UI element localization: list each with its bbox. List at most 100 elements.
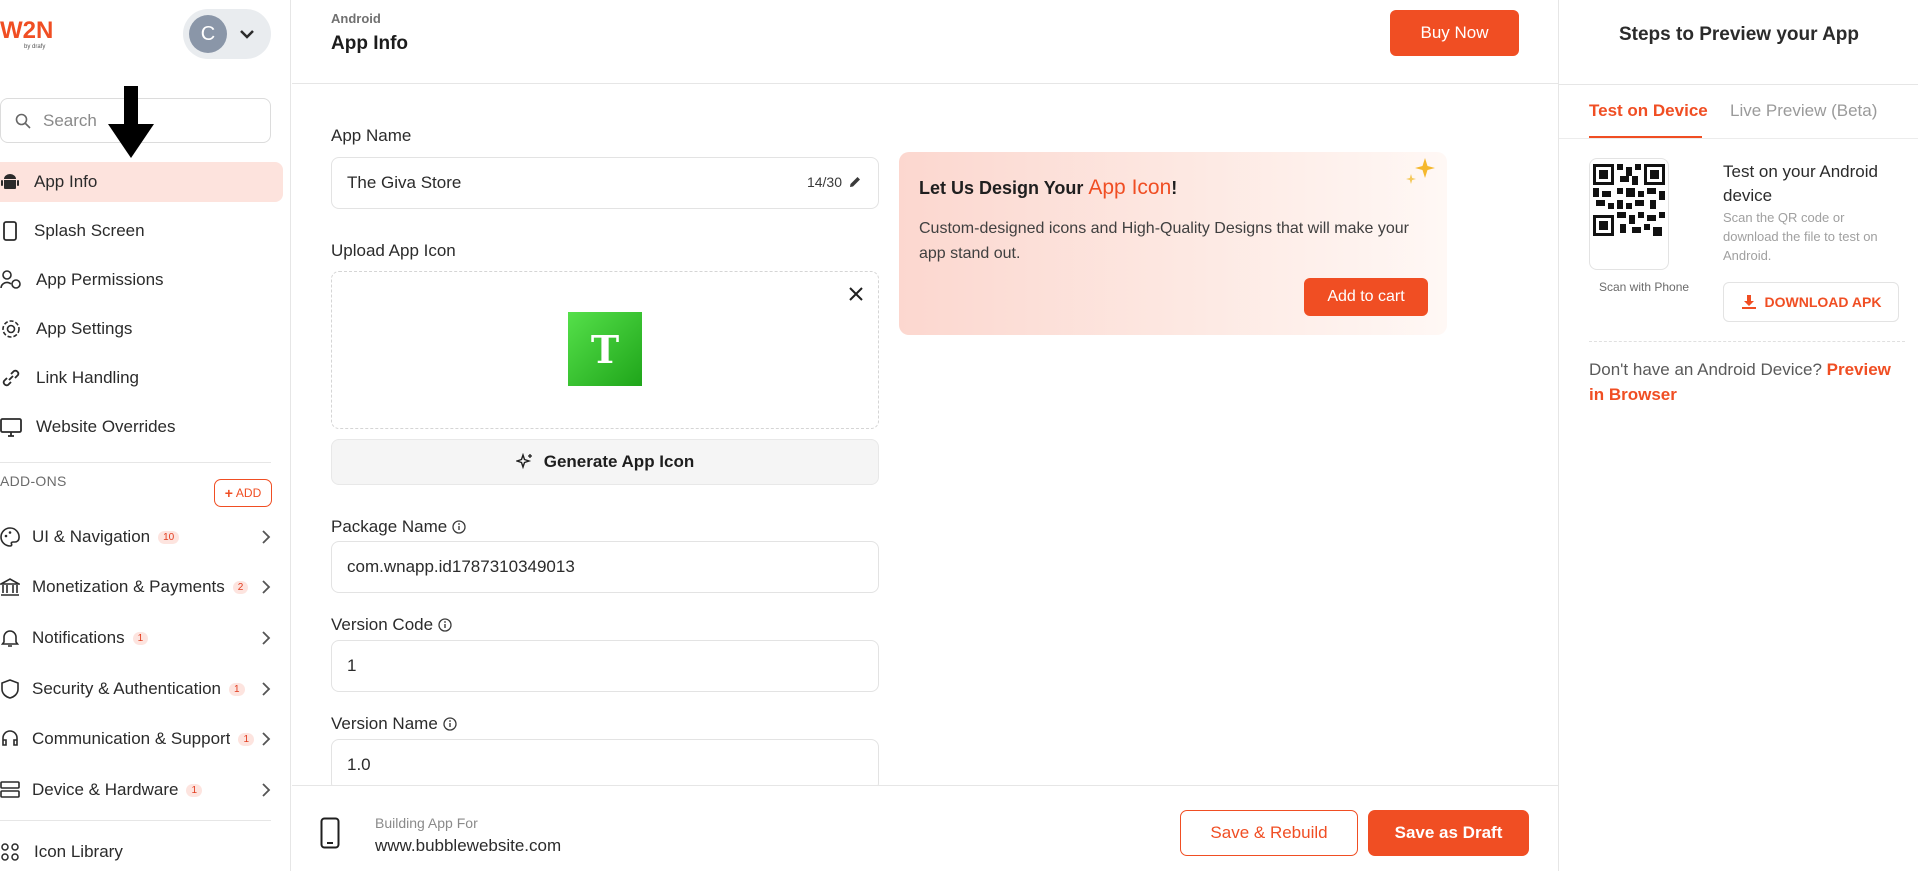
search-placeholder: Search (43, 110, 97, 130)
version-code-label-text: Version Code (331, 615, 434, 634)
info-icon[interactable] (443, 717, 457, 731)
addon-device-hardware[interactable]: Device & Hardware 1 (0, 770, 271, 810)
top-header: Android App Info Buy Now (292, 0, 1558, 84)
divider (1559, 84, 1918, 85)
preview-panel-title: Steps to Preview your App (1618, 24, 1859, 45)
shield-icon (1, 679, 19, 699)
sidebar-item-label: App Permissions (36, 270, 164, 289)
char-counter: 14/30 (807, 174, 862, 190)
sparkle-icon (1406, 158, 1435, 184)
sidebar-item-icon-library[interactable]: Icon Library (0, 832, 283, 871)
android-icon (1, 174, 19, 189)
grid-icon (1, 843, 19, 861)
mobile-icon (3, 221, 17, 241)
app-icon-preview: T (568, 312, 642, 386)
divider (0, 462, 271, 463)
chevron-right-icon (262, 580, 271, 594)
add-addon-button[interactable]: + ADD (214, 479, 272, 507)
addon-ui-navigation[interactable]: UI & Navigation 10 (0, 517, 271, 557)
svg-text:by drafy: by drafy (24, 44, 45, 50)
qr-code-icon (1593, 164, 1665, 236)
save-draft-button[interactable]: Save as Draft (1368, 810, 1529, 856)
user-menu[interactable]: C (183, 9, 271, 59)
avatar: C (189, 15, 227, 53)
test-device-subtext: Scan the QR code or download the file to… (1723, 210, 1878, 263)
addon-label: Communication & Support (32, 729, 231, 748)
bottom-action-bar: Building App For www.bubblewebsite.com S… (292, 785, 1558, 871)
sidebar: W2N by drafy C Search App Info Splash Sc… (0, 0, 291, 871)
buy-now-button[interactable]: Buy Now (1390, 10, 1519, 56)
addon-notifications[interactable]: Notifications 1 (0, 618, 271, 658)
version-name-label-text: Version Name (331, 714, 438, 733)
sparkle-icon (515, 453, 532, 470)
website-url: www.bubblewebsite.com (375, 836, 562, 855)
palette-icon (0, 527, 20, 547)
add-to-cart-button[interactable]: Add to cart (1304, 278, 1428, 316)
sidebar-item-splash-screen[interactable]: Splash Screen (0, 211, 283, 251)
tab-test-on-device[interactable]: Test on Device (1589, 101, 1708, 121)
sidebar-item-label: App Settings (36, 319, 133, 338)
chevron-right-icon (262, 732, 271, 746)
version-code-label: Version Code (331, 615, 452, 635)
headset-icon (2, 730, 18, 746)
sidebar-item-app-settings[interactable]: App Settings (0, 309, 283, 349)
addons-section-label: ADD-ONS (0, 473, 67, 489)
upload-icon-label: Upload App Icon (331, 241, 456, 261)
download-apk-button[interactable]: DOWNLOAD APK (1723, 282, 1899, 322)
tab-live-preview[interactable]: Live Preview (Beta) (1730, 101, 1877, 121)
app-root: W2N by drafy C Search App Info Splash Sc… (0, 0, 1918, 871)
addon-label: UI & Navigation (32, 527, 151, 546)
no-device-text: Don't have an Android Device? (1589, 360, 1827, 379)
gear-icon (2, 320, 20, 338)
addon-label: Monetization & Payments (32, 577, 225, 596)
addon-security-authentication[interactable]: Security & Authentication 1 (0, 669, 271, 709)
qr-caption: Scan with Phone (1599, 280, 1690, 294)
sidebar-item-label: Icon Library (34, 842, 123, 861)
sidebar-item-label: Website Overrides (36, 417, 176, 436)
count-badge: 10 (158, 530, 180, 544)
monitor-icon (0, 418, 22, 437)
app-name-input[interactable]: The Giva Store 14/30 (331, 157, 879, 209)
version-name-value: 1.0 (347, 755, 371, 774)
chevron-right-icon (262, 631, 271, 645)
upload-icon-label-text: Upload App Icon (331, 241, 456, 260)
promo-title-end: ! (1171, 178, 1178, 198)
generate-app-icon-button[interactable]: Generate App Icon (331, 439, 879, 485)
package-name-input[interactable]: com.wnapp.id1787310349013 (331, 541, 879, 593)
app-name-value: The Giva Store (347, 173, 462, 192)
svg-text:W2N: W2N (0, 17, 53, 44)
w2n-logo[interactable]: W2N by drafy (0, 14, 58, 54)
sidebar-item-website-overrides[interactable]: Website Overrides (0, 407, 283, 447)
addon-monetization-payments[interactable]: Monetization & Payments 2 (0, 567, 271, 607)
chevron-right-icon (262, 530, 271, 544)
close-icon[interactable] (848, 286, 864, 302)
count-badge: 1 (186, 783, 203, 797)
info-icon[interactable] (452, 520, 466, 534)
version-name-input[interactable]: 1.0 (331, 739, 879, 791)
chevron-right-icon (262, 682, 271, 696)
count-badge: 1 (238, 732, 254, 746)
divider (0, 820, 271, 821)
design-icon-promo-card: Let Us Design Your App Icon! Custom-desi… (899, 152, 1447, 335)
preview-panel: Steps to Preview your App Test on Device… (1558, 0, 1918, 871)
download-apk-label: DOWNLOAD APK (1764, 294, 1882, 310)
qr-code-card (1589, 158, 1669, 270)
app-name-label-text: App Name (331, 126, 412, 145)
no-device-message: Don't have an Android Device? Preview in… (1589, 357, 1909, 407)
sidebar-item-link-handling[interactable]: Link Handling (0, 358, 283, 398)
save-rebuild-button[interactable]: Save & Rebuild (1180, 810, 1358, 856)
pencil-icon[interactable] (848, 175, 862, 189)
addon-label: Security & Authentication (32, 679, 222, 698)
sidebar-item-app-permissions[interactable]: App Permissions (0, 260, 283, 300)
package-name-label: Package Name (331, 517, 466, 537)
version-code-input[interactable]: 1 (331, 640, 879, 692)
addon-communication-support[interactable]: Communication & Support 1 (0, 719, 271, 759)
sidebar-item-app-info[interactable]: App Info (0, 162, 283, 202)
promo-description: Custom-designed icons and High-Quality D… (919, 220, 1409, 262)
chevron-down-icon (240, 30, 254, 39)
icon-upload-dropzone[interactable]: T (331, 271, 879, 429)
promo-title-highlight: App Icon (1088, 176, 1172, 199)
divider (1559, 138, 1918, 139)
arrow-down-icon (108, 86, 154, 158)
info-icon[interactable] (438, 618, 452, 632)
